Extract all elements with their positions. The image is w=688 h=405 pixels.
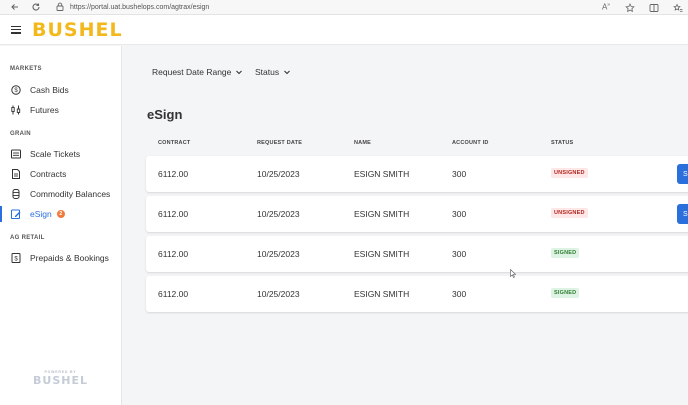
esign-icon (10, 208, 22, 220)
status-badge: UNSIGNED (551, 168, 588, 178)
account-id-cell: 300 (452, 169, 467, 179)
sidebar-item-esign[interactable]: eSign 2 (0, 205, 121, 223)
app-header: BUSHEL (0, 15, 688, 45)
sign-button[interactable]: S (677, 204, 688, 224)
account-id-cell: 300 (452, 249, 467, 259)
request-date-cell: 10/25/2023 (257, 289, 300, 299)
main-content: Request Date Range Status eSign CONTRACT… (123, 46, 688, 405)
contract-cell: 6112.00 (158, 209, 189, 219)
status-filter[interactable]: Status (255, 65, 291, 79)
name-cell: ESIGN SMITH (354, 169, 410, 179)
futures-icon (10, 104, 22, 116)
address-bar[interactable]: https://portal.uat.bushelops.com/agtrax/… (56, 1, 209, 14)
page-title: eSign (147, 107, 183, 122)
sidebar-item-label: Cash Bids (30, 85, 69, 95)
prepaids-icon: $ (10, 252, 22, 264)
sidebar-item-label: Contracts (30, 169, 67, 179)
column-header-status: STATUS (551, 140, 574, 146)
cash-bids-icon: $ (10, 84, 22, 96)
column-header-request-date: REQUEST DATE (257, 140, 303, 146)
sidebar-item-commodity-balances[interactable]: Commodity Balances (0, 185, 121, 203)
favorite-star-icon[interactable] (624, 2, 636, 14)
svg-text:$: $ (14, 257, 18, 263)
powered-by-logo: BUSHEL (33, 374, 88, 387)
chevron-down-icon (236, 70, 243, 75)
contract-cell: 6112.00 (158, 289, 189, 299)
bushel-logo[interactable]: BUSHEL (32, 19, 123, 41)
status-badge: SIGNED (551, 288, 580, 298)
favorites-icon[interactable] (672, 2, 684, 14)
chevron-down-icon (284, 70, 290, 75)
sidebar-item-contracts[interactable]: Contracts (0, 165, 121, 183)
table-row[interactable]: 6112.00 10/25/2023 ESIGN SMITH 300 SIGNE… (146, 236, 688, 272)
request-date-cell: 10/25/2023 (257, 249, 300, 259)
column-header-contract: CONTRACT (158, 140, 191, 146)
status-badge: UNSIGNED (551, 208, 588, 218)
split-screen-icon[interactable] (648, 2, 660, 14)
lock-icon (56, 0, 64, 16)
sidebar-item-label: Futures (30, 105, 59, 115)
back-icon[interactable] (9, 1, 21, 13)
sidebar-item-label: Prepaids & Bookings (30, 253, 109, 263)
read-aloud-icon[interactable]: A» (600, 2, 612, 14)
table-row[interactable]: 6112.00 10/25/2023 ESIGN SMITH 300 UNSIG… (146, 156, 688, 192)
menu-icon[interactable] (11, 25, 21, 34)
sidebar-item-cash-bids[interactable]: $ Cash Bids (0, 81, 121, 99)
table-row[interactable]: 6112.00 10/25/2023 ESIGN SMITH 300 UNSIG… (146, 196, 688, 232)
commodity-balances-icon (10, 188, 22, 200)
sign-button[interactable]: S (677, 164, 688, 184)
request-date-range-filter[interactable]: Request Date Range (152, 65, 243, 79)
table-row[interactable]: 6112.00 10/25/2023 ESIGN SMITH 300 SIGNE… (146, 276, 688, 312)
status-badge: SIGNED (551, 248, 580, 258)
request-date-cell: 10/25/2023 (257, 169, 300, 179)
contract-cell: 6112.00 (158, 249, 189, 259)
browser-toolbar: https://portal.uat.bushelops.com/agtrax/… (0, 0, 688, 15)
scale-tickets-icon (10, 148, 22, 160)
url-text: https://portal.uat.bushelops.com/agtrax/… (70, 3, 210, 11)
sidebar-item-label: Scale Tickets (30, 149, 81, 159)
sidebar-item-futures[interactable]: Futures (0, 101, 121, 119)
name-cell: ESIGN SMITH (354, 209, 410, 219)
sidebar-item-label: Commodity Balances (30, 189, 111, 199)
filter-label: Request Date Range (152, 67, 232, 77)
contracts-icon (10, 168, 22, 180)
sidebar-item-label: eSign (30, 209, 52, 219)
section-label-ag-retail: AG RETAIL (10, 235, 45, 241)
esign-count-badge: 2 (56, 210, 65, 218)
name-cell: ESIGN SMITH (354, 289, 410, 299)
column-header-account-id: ACCOUNT ID (452, 140, 489, 146)
sidebar-item-prepaids-bookings[interactable]: $ Prepaids & Bookings (0, 249, 121, 267)
filter-label: Status (255, 67, 280, 77)
column-header-name: NAME (354, 140, 371, 146)
mouse-cursor-icon (510, 269, 516, 278)
sidebar-item-scale-tickets[interactable]: Scale Tickets (0, 145, 121, 163)
account-id-cell: 300 (452, 209, 467, 219)
request-date-cell: 10/25/2023 (257, 209, 300, 219)
name-cell: ESIGN SMITH (354, 249, 410, 259)
sidebar: MARKETS $ Cash Bids Futures GRAIN Scale … (0, 46, 122, 405)
section-label-grain: GRAIN (10, 131, 31, 137)
contract-cell: 6112.00 (158, 169, 189, 179)
powered-by-bushel: POWERED BY BUSHEL (33, 370, 88, 387)
section-label-markets: MARKETS (10, 66, 42, 72)
account-id-cell: 300 (452, 289, 467, 299)
refresh-icon[interactable] (30, 1, 42, 13)
